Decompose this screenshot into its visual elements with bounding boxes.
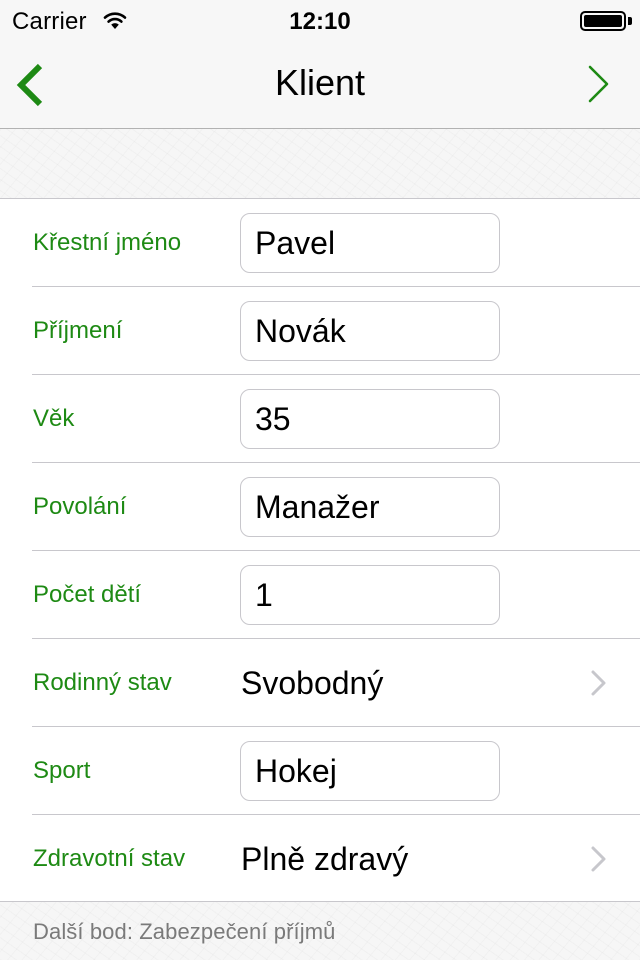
sport-label: Sport [33, 757, 91, 784]
content-area: Křestní jméno Příjmení Věk Povolání Poče… [0, 129, 640, 960]
first-name-label: Křestní jméno [33, 229, 182, 256]
health-status-label: Zdravotní stav [33, 845, 186, 872]
client-form: Křestní jméno Příjmení Věk Povolání Poče… [0, 198, 640, 902]
health-status-value: Plně zdravý [241, 841, 409, 877]
occupation-label: Povolání [33, 493, 127, 520]
form-row-age: Věk [0, 375, 640, 463]
form-row-first-name: Křestní jméno [0, 199, 640, 287]
chevron-right-icon [591, 846, 606, 872]
form-row-children: Počet dětí [0, 551, 640, 639]
battery-tip [628, 17, 632, 25]
marital-status-label: Rodinný stav [33, 669, 172, 696]
status-time: 12:10 [289, 8, 351, 35]
last-name-label: Příjmení [33, 317, 123, 344]
age-input[interactable] [240, 389, 500, 449]
battery-icon [580, 11, 626, 31]
status-bar: Carrier 12:10 [0, 0, 640, 40]
marital-status-value: Svobodný [241, 665, 384, 701]
navigation-bar: Klient [0, 40, 640, 129]
form-row-occupation: Povolání [0, 463, 640, 551]
page-title: Klient [274, 62, 366, 103]
form-row-health-status[interactable]: Zdravotní stav Plně zdravý [0, 815, 640, 903]
form-row-sport: Sport [0, 727, 640, 815]
children-label: Počet dětí [33, 581, 142, 608]
chevron-right-icon [591, 670, 606, 696]
first-name-input[interactable] [240, 213, 500, 273]
age-label: Věk [33, 405, 75, 432]
form-row-last-name: Příjmení [0, 287, 640, 375]
chevron-right-icon[interactable] [586, 64, 612, 104]
sport-input[interactable] [240, 741, 500, 801]
form-row-marital-status[interactable]: Rodinný stav Svobodný [0, 639, 640, 727]
children-input[interactable] [240, 565, 500, 625]
next-item-hint: Další bod: Zabezpečení příjmů [33, 919, 336, 944]
last-name-input[interactable] [240, 301, 500, 361]
occupation-input[interactable] [240, 477, 500, 537]
